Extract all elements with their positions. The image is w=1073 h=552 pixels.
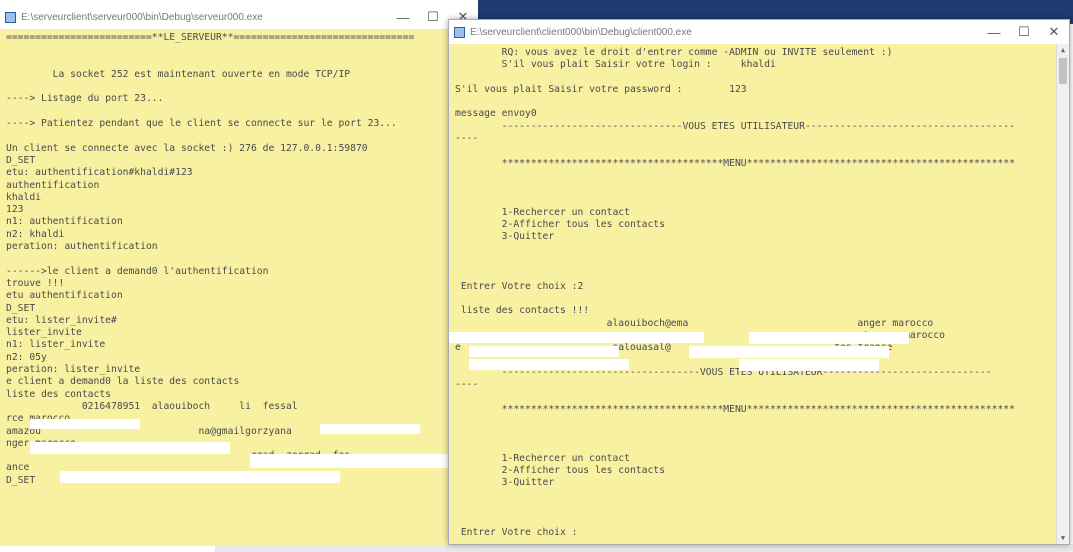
console-line: RQ: vous avez le droit d'entrer comme -A… [455,47,893,58]
console-line: etu: lister_invite# [6,314,117,326]
minimize-button[interactable]: — [979,25,1009,40]
console-line: peration: lister_invite [6,364,141,376]
console-line: message envoy0 [455,108,537,120]
console-line: etu authentification [6,290,123,302]
console-line: ---- [455,133,479,145]
client-scrollbar[interactable]: ▲ ▼ [1056,44,1069,544]
maximize-button[interactable]: ☐ [1009,24,1039,40]
client-console-lines: RQ: vous avez le droit d'entrer comme -A… [449,44,1057,539]
console-line: peration: authentification [6,241,158,253]
redaction-mark [60,471,340,483]
console-line: ---- [455,379,479,391]
console-line: D_SET [6,302,36,314]
redaction-mark [469,359,629,370]
console-app-icon [5,11,16,23]
redaction-mark [449,332,704,343]
console-line: ------>le client a demand0 l'authentific… [6,265,269,277]
console-line: Entrer Votre choix :2 [455,280,584,292]
console-line: ----> Patientez pendant que le client se… [6,118,397,130]
console-line: ----> Listage du port 23... [6,93,164,105]
console-line: liste des contacts [6,388,111,400]
client-console-output[interactable]: RQ: vous avez le droit d'entrer comme -A… [449,44,1057,544]
console-line: =========================**LE_SERVEUR**=… [6,32,415,43]
scroll-down-arrow-icon[interactable]: ▼ [1057,532,1069,544]
console-line: 3-Quitter [455,477,555,489]
console-line: S'il vous plait Saisir votre password : … [455,83,747,95]
redaction-mark [749,332,909,344]
console-line: n1: authentification [6,216,123,228]
console-line: e client a demand0 la liste des contacts [6,376,240,388]
console-line: 2-Afficher tous les contacts [455,465,665,477]
console-line: **************************************ME… [455,157,1015,169]
console-line: -------------------------------VOUS ETES… [455,120,1015,132]
scroll-thumb[interactable] [1059,58,1067,84]
redaction-mark [30,419,140,429]
server-console-window: E:\serveurclient\serveur000\bin\Debug\se… [0,5,478,546]
redaction-mark [320,424,420,434]
console-line: etu: authentification#khaldi#123 [6,167,193,179]
console-line: lister_invite [6,327,82,339]
server-console-output[interactable]: =========================**LE_SERVEUR**=… [0,29,478,546]
console-line: Un client se connecte avec la socket :) … [6,142,368,154]
client-console-window: E:\serveurclient\client000\bin\Debug\cli… [448,19,1070,545]
console-line: 2-Afficher tous les contacts [455,219,665,231]
console-line: alaouiboch@ema anger marocco [455,317,934,329]
console-line: 123 [6,204,24,216]
console-line: S'il vous plait Saisir votre login : kha… [455,59,776,71]
console-line: n1: lister_invite [6,339,106,351]
minimize-button[interactable]: — [388,10,418,25]
server-window-title: E:\serveurclient\serveur000\bin\Debug\se… [21,11,263,23]
console-line: liste des contacts !!! [455,305,590,317]
console-line: 1-Rechercer un contact [455,206,630,218]
console-line: n2: khaldi [6,228,65,240]
redaction-mark [689,346,889,358]
redaction-mark [469,346,619,357]
redaction-mark [30,442,230,454]
console-line: authentification [6,179,100,191]
scroll-up-arrow-icon[interactable]: ▲ [1057,44,1069,56]
console-line: 3-Quitter [455,231,555,243]
console-line: Entrer Votre choix : [455,526,578,538]
close-button[interactable]: ✕ [1039,24,1069,40]
maximize-button[interactable]: ☐ [418,9,448,25]
console-line: 0216478951 alaouiboch li fessal [6,400,298,412]
console-line: D_SET [6,154,36,166]
console-app-icon [454,26,465,38]
console-line: 1-Rechercer un contact [455,452,630,464]
console-line: **************************************ME… [455,403,1015,415]
client-window-title: E:\serveurclient\client000\bin\Debug\cli… [470,26,692,38]
console-line: trouve !!! [6,277,65,289]
redaction-mark [250,454,450,468]
client-titlebar[interactable]: E:\serveurclient\client000\bin\Debug\cli… [449,20,1069,44]
console-line: khaldi [6,191,41,203]
server-titlebar[interactable]: E:\serveurclient\serveur000\bin\Debug\se… [0,5,478,29]
console-line: n2: 05y [6,351,47,363]
redaction-mark [739,359,879,371]
console-line: La socket 252 est maintenant ouverte en … [6,68,351,80]
